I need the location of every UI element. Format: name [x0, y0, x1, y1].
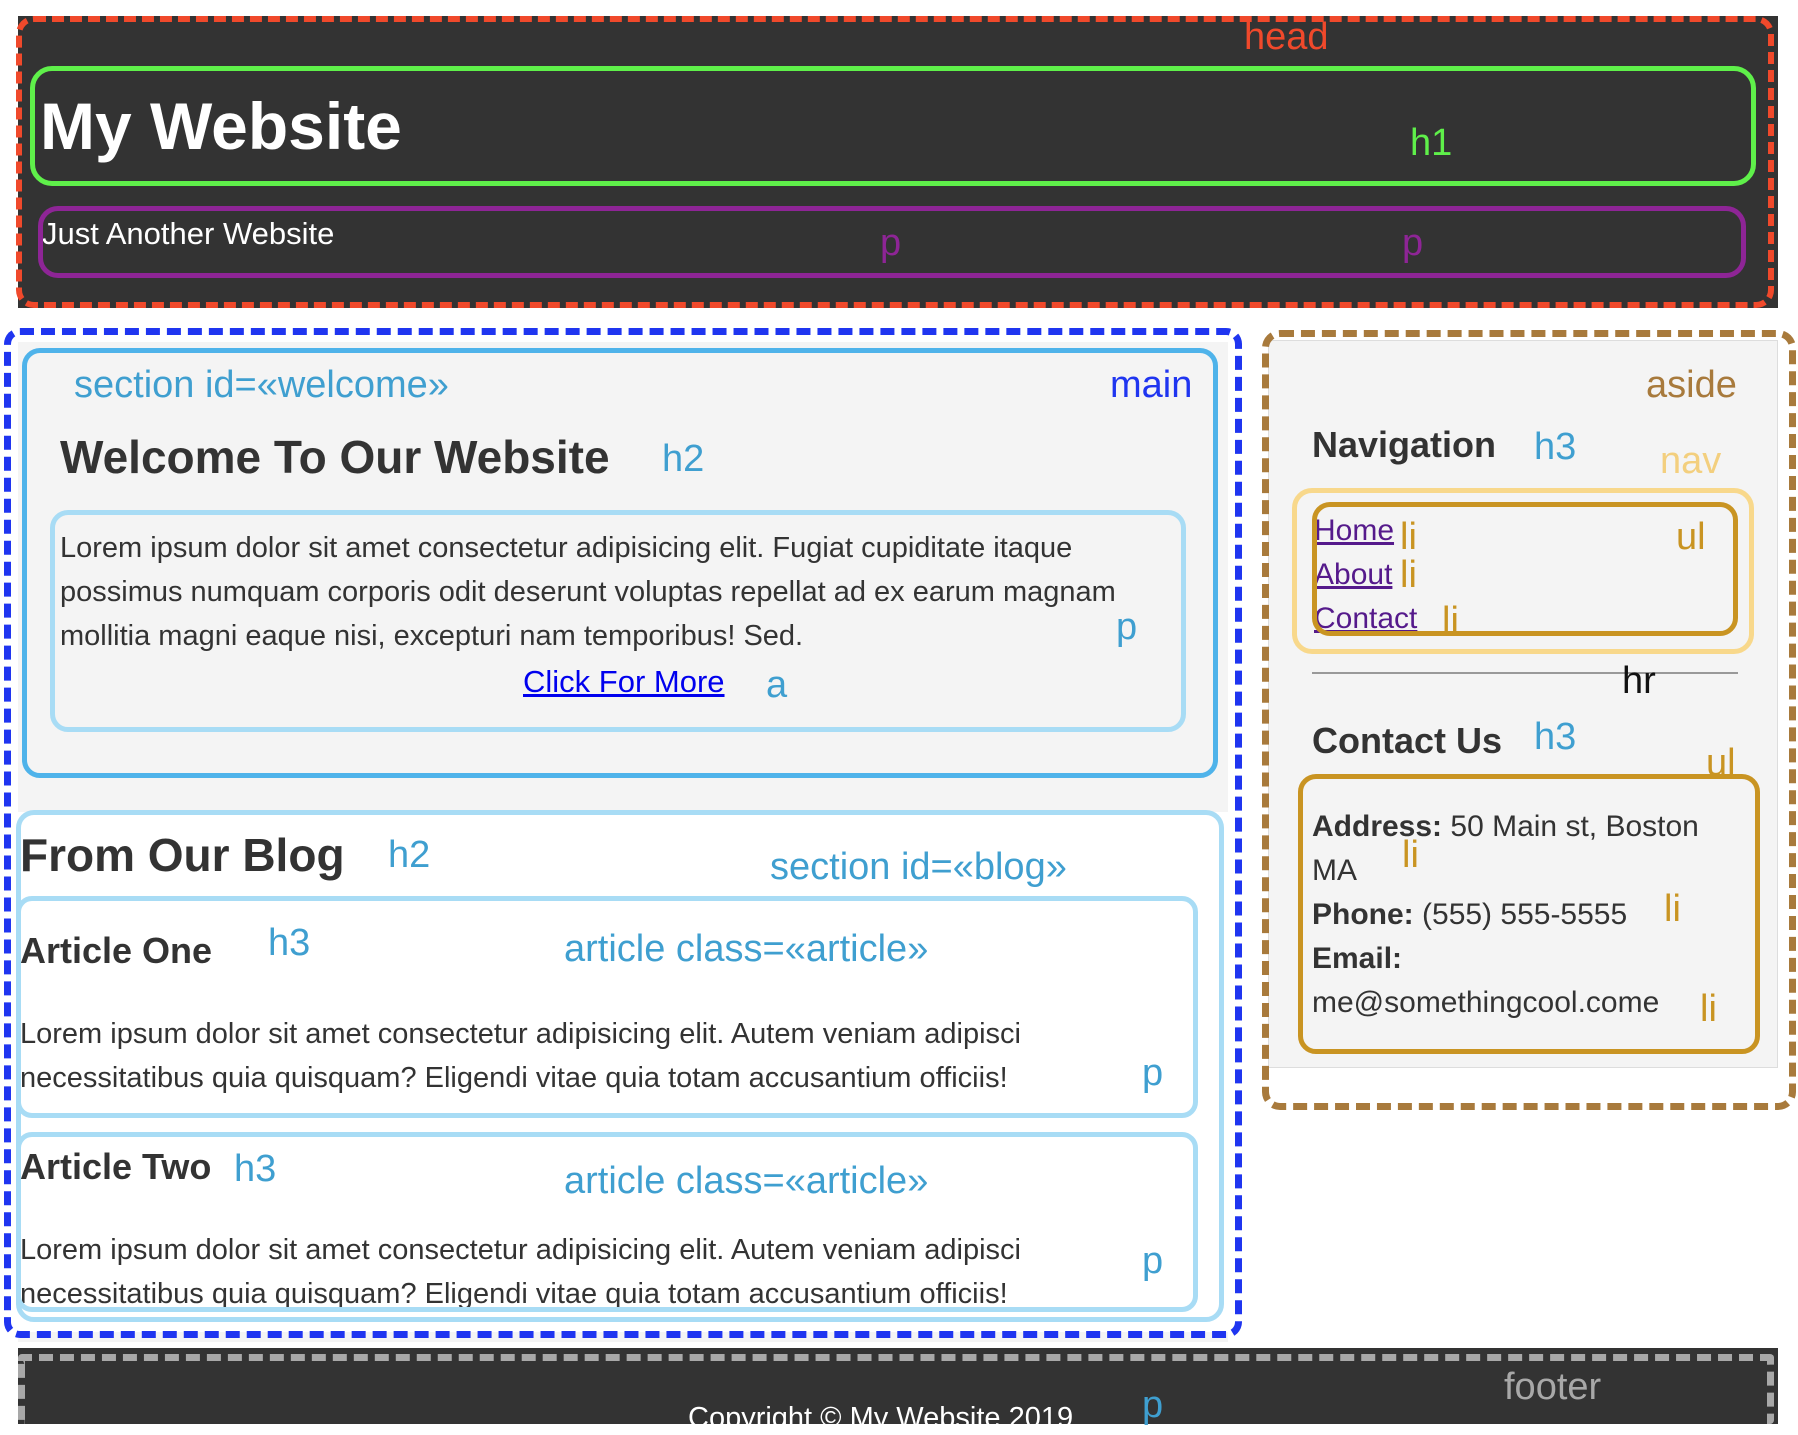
- contact-ul-outline: [1298, 774, 1760, 1054]
- label-p-welcome: p: [1116, 606, 1138, 648]
- label-h1: h1: [1410, 122, 1453, 164]
- label-p-article-one: p: [1142, 1052, 1164, 1094]
- label-h3-contact: h3: [1534, 716, 1577, 758]
- article-two-outline: [16, 1132, 1198, 1312]
- label-p-article-two: p: [1142, 1240, 1164, 1282]
- label-li-phone: li: [1664, 888, 1681, 930]
- label-li-contact: li: [1442, 600, 1459, 642]
- label-a: a: [766, 664, 788, 706]
- label-ul-contact: ul: [1706, 742, 1736, 784]
- label-nav: nav: [1660, 440, 1722, 482]
- label-aside: aside: [1646, 364, 1737, 406]
- label-li-address: li: [1402, 834, 1419, 876]
- label-h3-article-two: h3: [234, 1148, 277, 1190]
- label-h3-article-one: h3: [268, 922, 311, 964]
- label-li-email: li: [1700, 988, 1717, 1030]
- label-head: head: [1244, 16, 1329, 58]
- label-footer: footer: [1504, 1366, 1602, 1408]
- nav-ul-outline: [1312, 502, 1738, 636]
- label-main: main: [1110, 364, 1193, 406]
- label-p-2: p: [1402, 222, 1424, 264]
- label-h2-welcome: h2: [662, 438, 705, 480]
- label-article-two: article class=«article»: [564, 1160, 929, 1202]
- label-li-home: li: [1400, 516, 1417, 558]
- label-article-one: article class=«article»: [564, 928, 929, 970]
- welcome-p-outline: [50, 510, 1186, 732]
- h1-outline: [30, 66, 1756, 186]
- label-ul-nav: ul: [1676, 516, 1706, 558]
- label-li-about: li: [1400, 554, 1417, 596]
- label-section-welcome: section id=«welcome»: [74, 364, 449, 406]
- label-h3-navigation: h3: [1534, 426, 1577, 468]
- label-p-footer: p: [1142, 1384, 1164, 1426]
- label-hr: hr: [1622, 660, 1656, 702]
- label-p-1: p: [880, 222, 902, 264]
- label-h2-blog: h2: [388, 834, 431, 876]
- label-section-blog: section id=«blog»: [770, 846, 1067, 888]
